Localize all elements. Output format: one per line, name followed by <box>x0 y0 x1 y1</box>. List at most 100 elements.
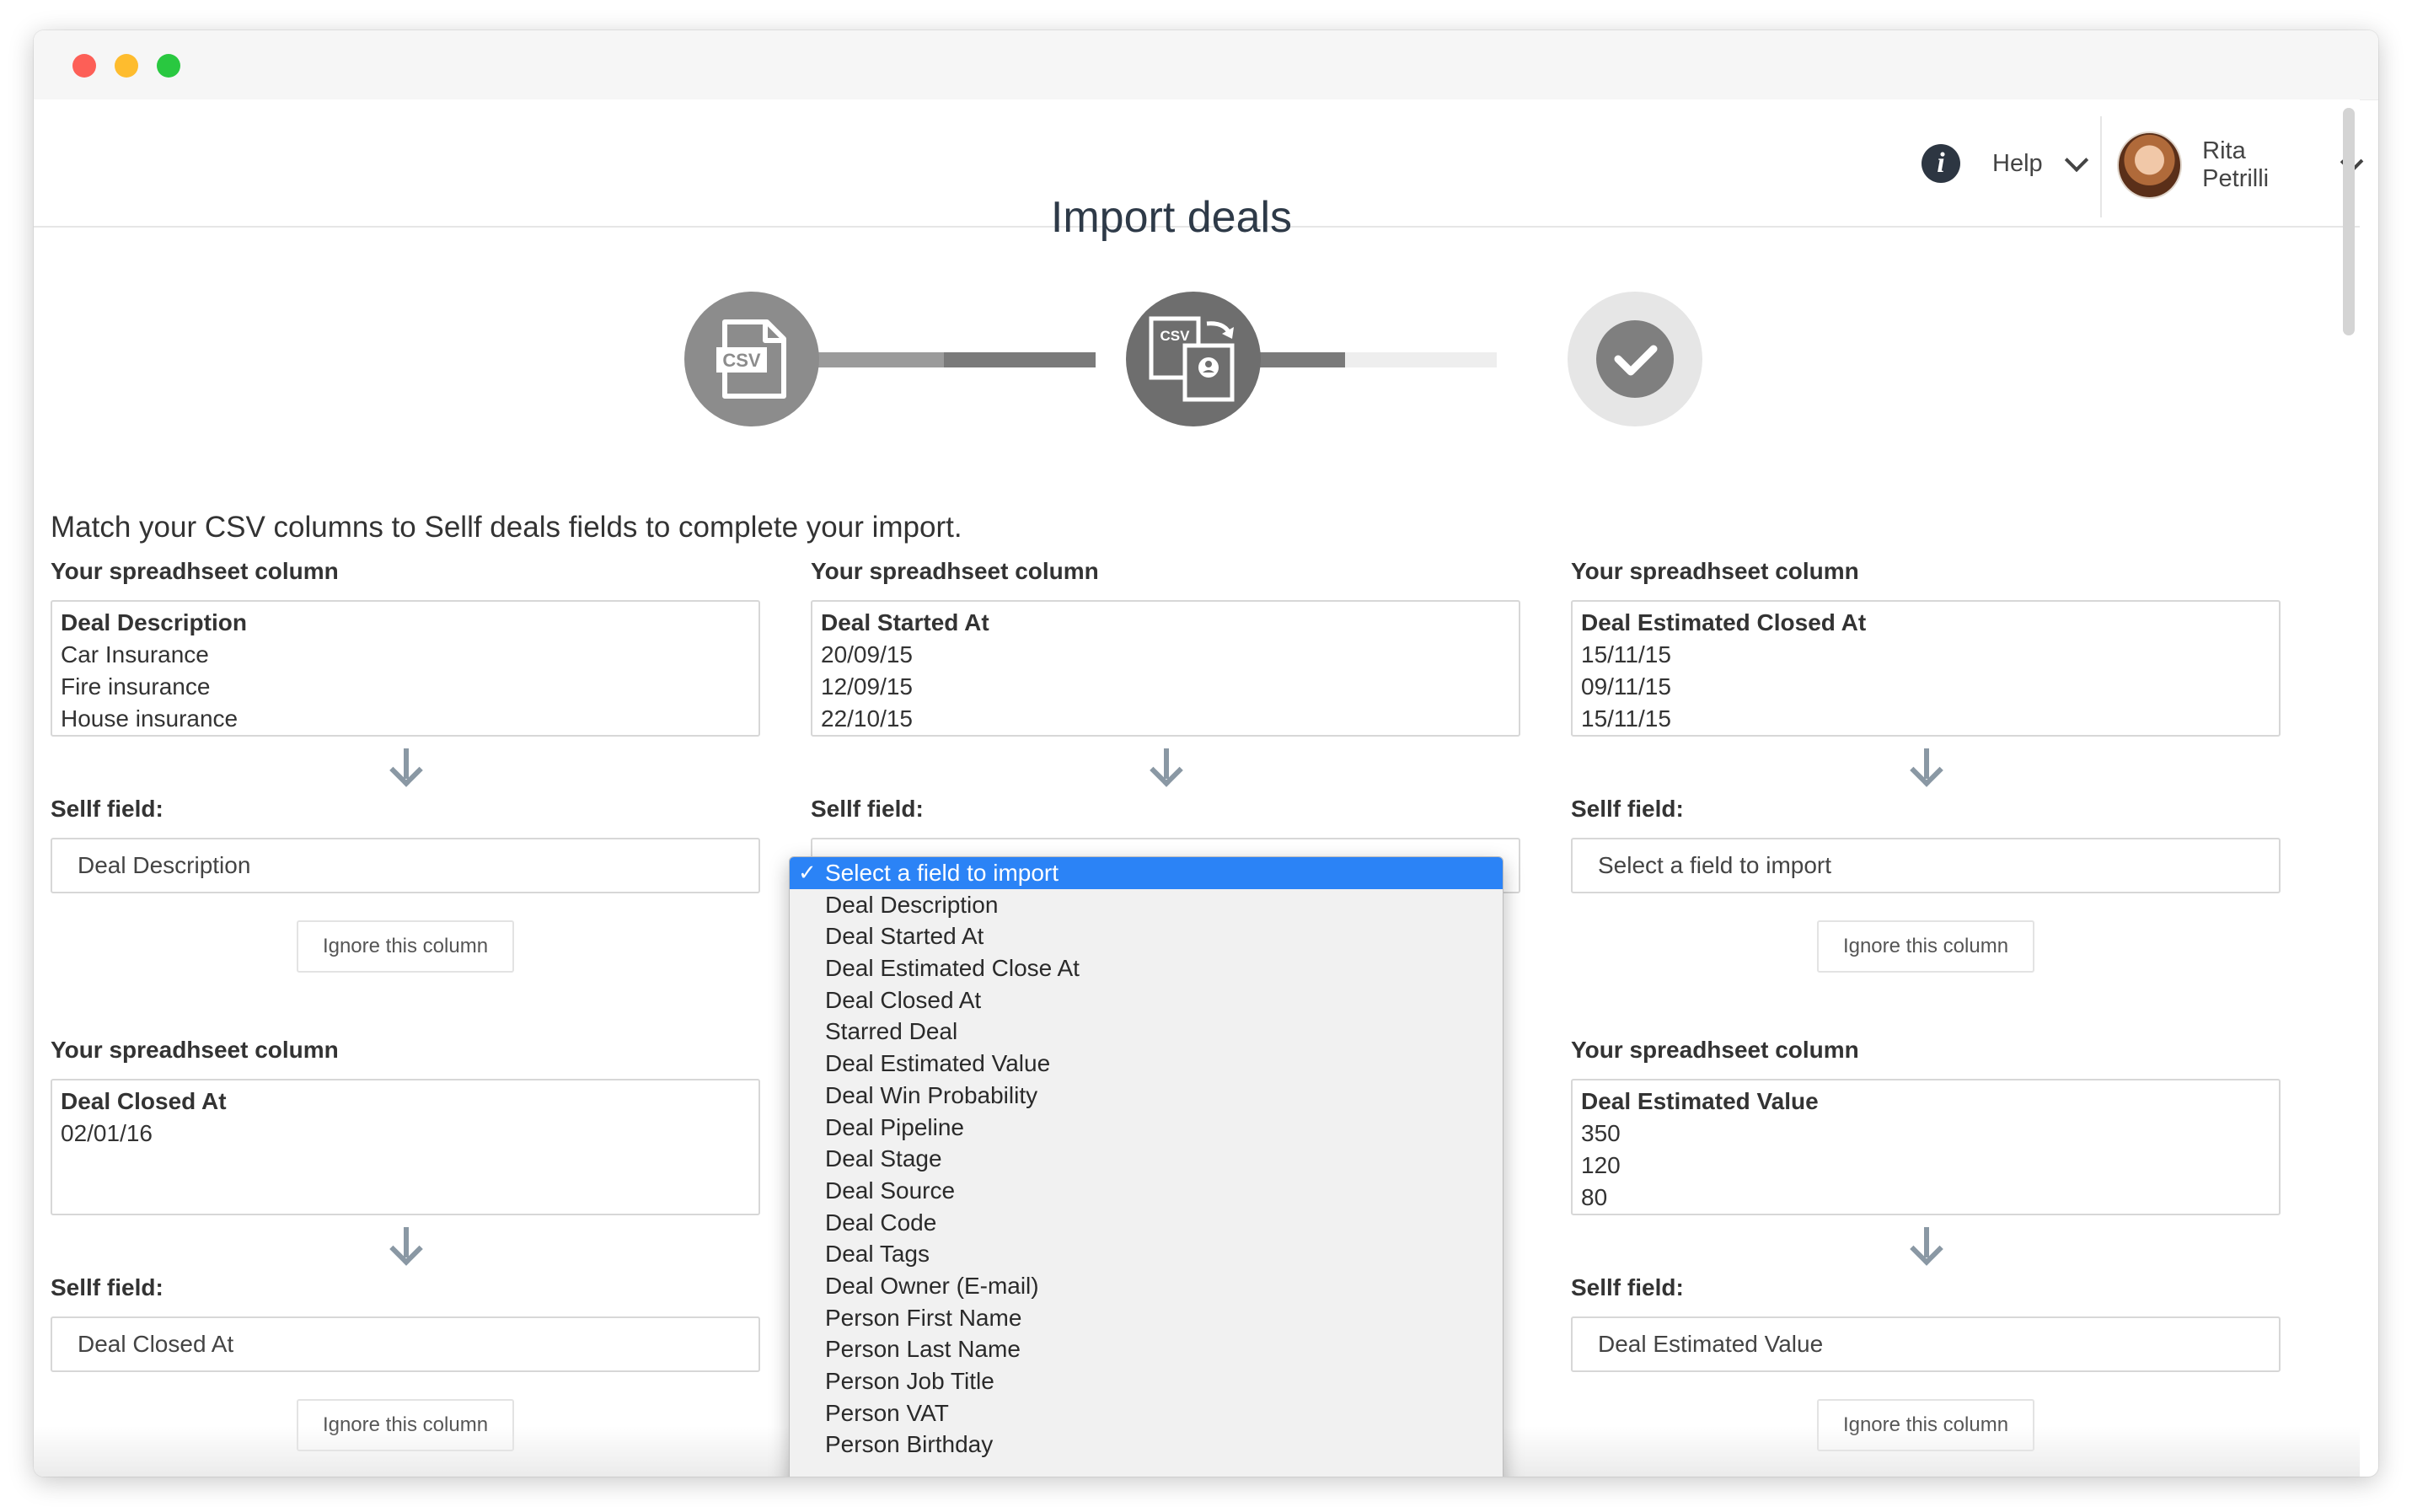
column-value: 350 <box>1581 1120 1621 1146</box>
step2-badge: CSV <box>1160 328 1191 344</box>
column-mapping-card: Your spreadhseet column Deal Estimated Cl… <box>1571 558 2281 973</box>
column-header: Deal Estimated Closed At <box>1581 609 1867 635</box>
arrow-down-icon <box>1571 1215 2281 1274</box>
dropdown-option-label: Deal Source <box>825 1177 956 1204</box>
column-value: Car Insurance <box>61 641 209 668</box>
dropdown-option[interactable]: Deal Owner (E-mail) <box>790 1270 1503 1302</box>
spreadsheet-column-preview: Deal Closed At 02/01/16 <box>51 1079 760 1215</box>
checkmark-icon: ✓ <box>798 860 817 885</box>
avatar <box>2117 131 2183 199</box>
sellf-field-label: Sellf field: <box>811 796 924 822</box>
spreadsheet-column-preview: Deal Estimated Value 350 120 80 <box>1571 1079 2281 1215</box>
arrow-down-icon <box>811 737 1520 796</box>
column-mapping-card: Your spreadhseet column Deal Closed At 02/… <box>51 1037 760 1451</box>
dropdown-option-label: Deal Owner (E-mail) <box>825 1272 1039 1299</box>
ignore-column-button[interactable]: Ignore this column <box>1817 920 2034 973</box>
checkmark-icon <box>1614 345 1658 376</box>
chevron-down-icon <box>2064 147 2088 173</box>
dropdown-option-label: Person Last Name <box>825 1336 1021 1363</box>
instructions: Match your CSV columns to Sellf deals fi… <box>51 511 962 544</box>
sellf-field-select[interactable]: Deal Closed At <box>51 1316 760 1372</box>
step-upload: CSV <box>684 292 819 426</box>
dropdown-option-label: Starred Deal <box>825 1018 958 1045</box>
info-icon: i <box>1922 144 1960 183</box>
arrow-down-icon <box>51 1215 760 1274</box>
dropdown-option[interactable]: Deal Estimated Close At <box>790 952 1503 984</box>
dropdown-option[interactable]: Deal Pipeline <box>790 1112 1503 1144</box>
spreadsheet-column-label: Your spreadhseet column <box>51 1037 339 1063</box>
column-value: House insurance <box>61 705 239 732</box>
dropdown-option[interactable]: Deal Win Probability <box>790 1080 1503 1112</box>
dropdown-option[interactable]: Deal Stage <box>790 1143 1503 1175</box>
dropdown-option[interactable]: Person First Name <box>790 1302 1503 1334</box>
dropdown-option[interactable]: ✓ Select a field to import <box>790 857 1503 889</box>
dropdown-option[interactable]: Person Job Title <box>790 1365 1503 1397</box>
ignore-column-button[interactable]: Ignore this column <box>297 920 514 973</box>
spreadsheet-column-preview: Deal Description Car Insurance Fire insura… <box>51 600 760 737</box>
user-name: Rita Petrilli <box>2202 137 2270 192</box>
dropdown-option[interactable]: Person Last Name <box>790 1333 1503 1365</box>
dropdown-option-label: Deal Closed At <box>825 986 982 1013</box>
dropdown-option-label: Deal Description <box>825 891 999 918</box>
dropdown-option[interactable]: Deal Description <box>790 889 1503 921</box>
sellf-field-select[interactable]: Deal Description <box>51 838 760 893</box>
column-mapping-card: Your spreadhseet column Deal Estimated Va… <box>1571 1037 2281 1451</box>
close-window-button[interactable] <box>72 54 96 78</box>
dropdown-option[interactable]: Deal Closed At <box>790 984 1503 1016</box>
app-content: i Help Rita Petrilli Import deals CSV CS… <box>34 99 2364 1477</box>
arrow-down-icon <box>1571 737 2281 796</box>
dropdown-option-label: Person Job Title <box>825 1368 994 1394</box>
stepper-bar <box>944 352 1096 367</box>
dropdown-option-label: Deal Tags <box>825 1241 930 1268</box>
help-label: Help <box>1992 149 2043 177</box>
dropdown-option-label: Deal Code <box>825 1209 937 1236</box>
dropdown-option[interactable]: Deal Code <box>790 1207 1503 1239</box>
user-menu[interactable]: Rita Petrilli <box>2117 131 2364 199</box>
column-value: Fire insurance <box>61 673 211 700</box>
column-value: 120 <box>1581 1152 1621 1178</box>
spreadsheet-column-preview: Deal Estimated Closed At 15/11/15 09/11/15… <box>1571 600 2281 737</box>
column-header: Deal Description <box>61 609 247 635</box>
window-titlebar <box>34 30 2378 100</box>
zoom-window-button[interactable] <box>157 54 180 78</box>
step-match: CSV <box>1126 292 1261 426</box>
dropdown-option[interactable]: Deal Tags <box>790 1238 1503 1270</box>
dropdown-option-label: Deal Started At <box>825 923 984 950</box>
dropdown-option[interactable]: Person VAT <box>790 1397 1503 1429</box>
step1-badge: CSV <box>722 350 761 371</box>
import-stepper: CSV CSV <box>649 288 1702 432</box>
help-menu[interactable]: i Help <box>1922 138 2088 189</box>
dropdown-option-label: Person First Name <box>825 1304 1022 1331</box>
dropdown-option-label: Deal Win Probability <box>825 1081 1038 1108</box>
sellf-field-label: Sellf field: <box>51 796 163 822</box>
app-window: i Help Rita Petrilli Import deals CSV CS… <box>34 30 2378 1477</box>
sellf-field-label: Sellf field: <box>1571 796 1684 822</box>
dropdown-option-label: Deal Pipeline <box>825 1113 964 1140</box>
spreadsheet-column-label: Your spreadhseet column <box>1571 558 1859 584</box>
column-mapping-card: Your spreadhseet column Deal Description C… <box>51 558 760 973</box>
column-value: 20/09/15 <box>821 641 913 668</box>
sellf-field-select[interactable]: Select a field to import <box>1571 838 2281 893</box>
csv-to-contact-icon: CSV <box>1149 316 1235 402</box>
spreadsheet-column-label: Your spreadhseet column <box>1571 1037 1859 1063</box>
dropdown-option-label: Select a field to import <box>825 860 1059 886</box>
stepper-bar <box>1345 352 1497 367</box>
arrow-down-icon <box>51 737 760 796</box>
dropdown-option[interactable]: Person Birthday <box>790 1429 1503 1461</box>
dropdown-option-label: Person Birthday <box>825 1431 994 1458</box>
sellf-field-select[interactable]: Deal Estimated Value <box>1571 1316 2281 1372</box>
minimize-window-button[interactable] <box>115 54 138 78</box>
dropdown-option-label: Deal Estimated Close At <box>825 955 1080 982</box>
dropdown-option[interactable]: Deal Estimated Value <box>790 1048 1503 1080</box>
column-value: 22/10/15 <box>821 705 913 732</box>
csv-file-icon: CSV <box>716 319 786 399</box>
field-select-dropdown[interactable]: ✓ Select a field to import Deal Descriptio… <box>789 856 1503 1477</box>
column-value: 12/09/15 <box>821 673 913 700</box>
scrollbar[interactable] <box>2343 108 2355 335</box>
column-header: Deal Closed At <box>61 1088 227 1114</box>
dropdown-option-label: Deal Estimated Value <box>825 1050 1051 1077</box>
dropdown-option[interactable]: Deal Started At <box>790 920 1503 952</box>
dropdown-option[interactable]: Starred Deal <box>790 1016 1503 1048</box>
sellf-field-label: Sellf field: <box>51 1274 163 1300</box>
dropdown-option[interactable]: Deal Source <box>790 1175 1503 1207</box>
